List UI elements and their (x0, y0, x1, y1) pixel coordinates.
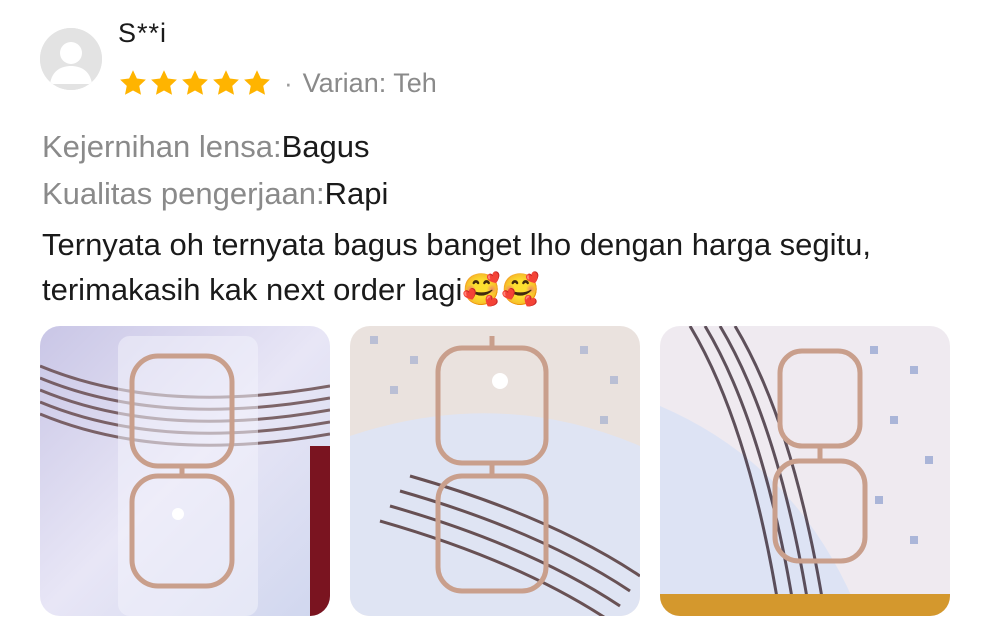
rating-row: · Varian: Teh (118, 66, 437, 100)
review-photos (40, 326, 950, 616)
review-photo-1[interactable] (40, 326, 330, 616)
attribute-label: Kejernihan lensa: (42, 129, 282, 164)
star-icon (213, 70, 239, 95)
star-icon (182, 70, 208, 95)
user-avatar-icon (40, 28, 102, 90)
comment-text: Ternyata oh ternyata bagus banget lho de… (42, 227, 872, 307)
star-icon (120, 70, 146, 95)
photo-eyeglasses-in-plastic-bag (40, 326, 330, 616)
star-icon (244, 70, 270, 95)
star-rating (118, 68, 272, 98)
reviewer-name: S**i (118, 18, 168, 48)
smiling-face-with-hearts-icon: 🥰🥰 (462, 272, 540, 308)
attribute-workmanship: Kualitas pengerjaan:Rapi (42, 175, 388, 213)
review-comment: Ternyata oh ternyata bagus banget lho de… (42, 222, 972, 313)
variant-label: Varian: Teh (302, 67, 437, 98)
attribute-lens-clarity: Kejernihan lensa:Bagus (42, 128, 369, 166)
attribute-value: Rapi (324, 176, 389, 211)
photo-eyeglasses-on-table (350, 326, 640, 616)
review-card: S**i · Varian: Teh Kejernihan lensa:Bagu… (0, 0, 1000, 629)
review-photo-3[interactable] (660, 326, 950, 616)
attribute-value: Bagus (281, 129, 370, 164)
separator-dot: · (284, 68, 293, 98)
attribute-label: Kualitas pengerjaan: (42, 176, 325, 211)
star-icon (151, 70, 177, 95)
photo-eyeglasses-angled (660, 326, 950, 616)
review-photo-2[interactable] (350, 326, 640, 616)
avatar[interactable] (40, 28, 102, 90)
